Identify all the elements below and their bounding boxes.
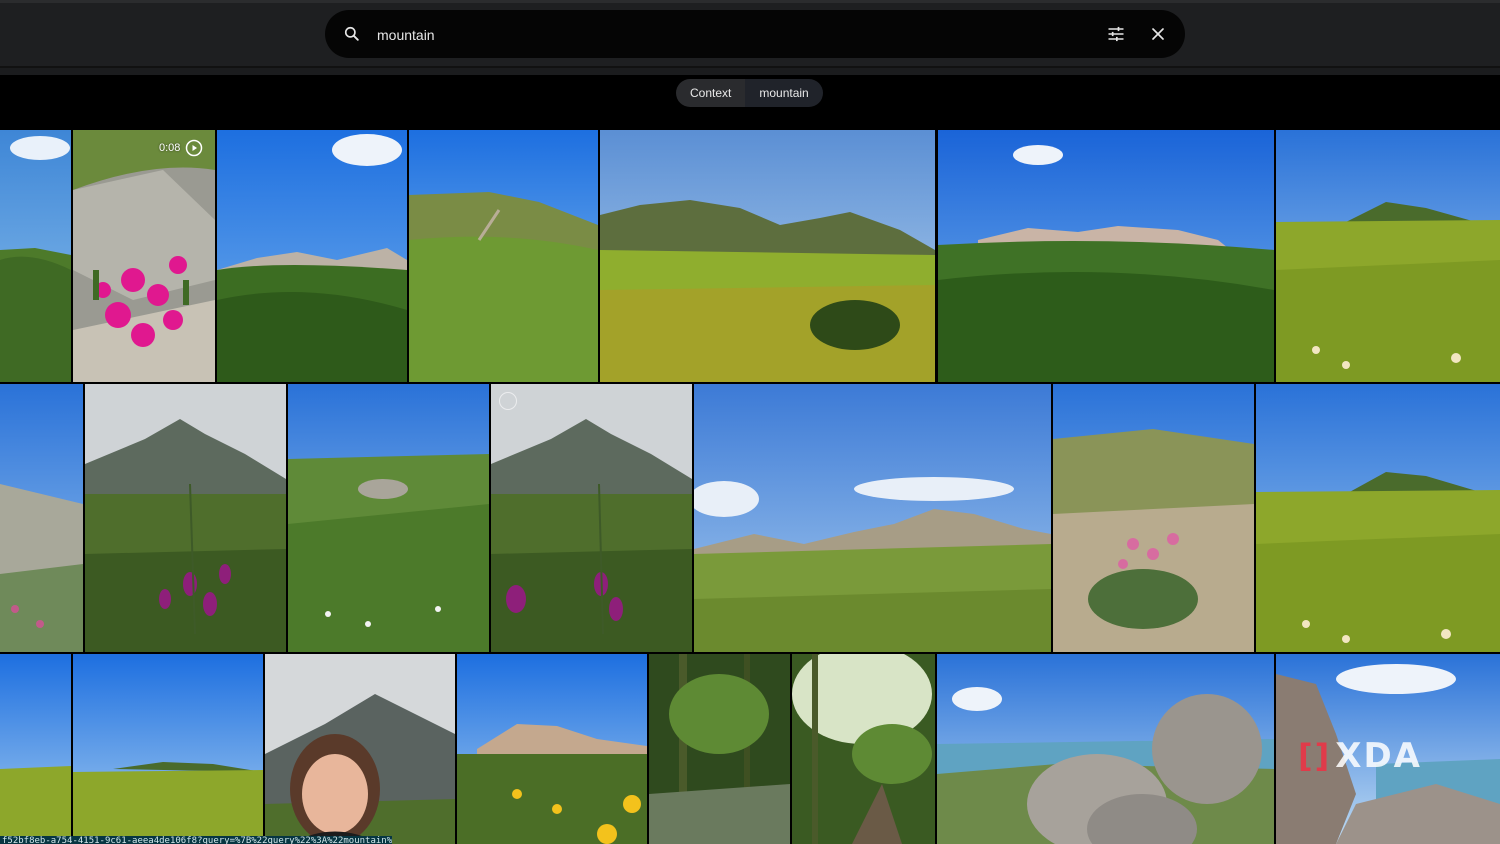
video-duration: 0:08: [159, 142, 181, 154]
tune-icon[interactable]: [1106, 24, 1126, 44]
xda-logo-icon: []: [1298, 737, 1332, 775]
search-bar[interactable]: [325, 10, 1185, 58]
photo-tile[interactable]: [73, 654, 263, 844]
status-bar-url: f52bf8eb-a754-4151-9c61-aeea4de106f8?que…: [0, 836, 392, 844]
photo-tile[interactable]: [600, 130, 935, 382]
chip-context[interactable]: Context: [676, 79, 746, 107]
photo-tile[interactable]: [1053, 384, 1254, 652]
photo-tile[interactable]: [1276, 130, 1500, 382]
photo-tile[interactable]: [409, 130, 598, 382]
photo-tile[interactable]: [457, 654, 647, 844]
search-input[interactable]: [375, 21, 1079, 49]
photo-tile[interactable]: [85, 384, 286, 652]
photo-tile[interactable]: [491, 384, 692, 652]
photo-tile[interactable]: [938, 130, 1274, 382]
photo-tile[interactable]: [265, 654, 455, 844]
photo-tile[interactable]: 0:08: [73, 130, 215, 382]
photo-tile[interactable]: [792, 654, 935, 844]
select-checkbox[interactable]: [499, 392, 517, 410]
photo-tile[interactable]: [1256, 384, 1500, 652]
photo-tile[interactable]: [0, 654, 71, 844]
photo-tile[interactable]: [288, 384, 489, 652]
close-icon[interactable]: [1148, 24, 1168, 44]
photo-tile[interactable]: [694, 384, 1051, 652]
xda-watermark: [] XDA: [1298, 736, 1422, 776]
video-badge: 0:08: [159, 139, 203, 157]
top-bar-divider: [0, 66, 1500, 75]
play-icon: [186, 139, 203, 157]
photo-tile[interactable]: [649, 654, 790, 844]
search-icon[interactable]: [342, 24, 362, 44]
photo-tile[interactable]: [217, 130, 407, 382]
photo-tile[interactable]: [937, 654, 1274, 844]
photo-tile[interactable]: [0, 384, 83, 652]
watermark-text: XDA: [1335, 736, 1422, 776]
photo-tile[interactable]: [0, 130, 71, 382]
chip-mountain[interactable]: mountain: [745, 79, 823, 107]
filter-chips: Context mountain: [676, 79, 823, 107]
